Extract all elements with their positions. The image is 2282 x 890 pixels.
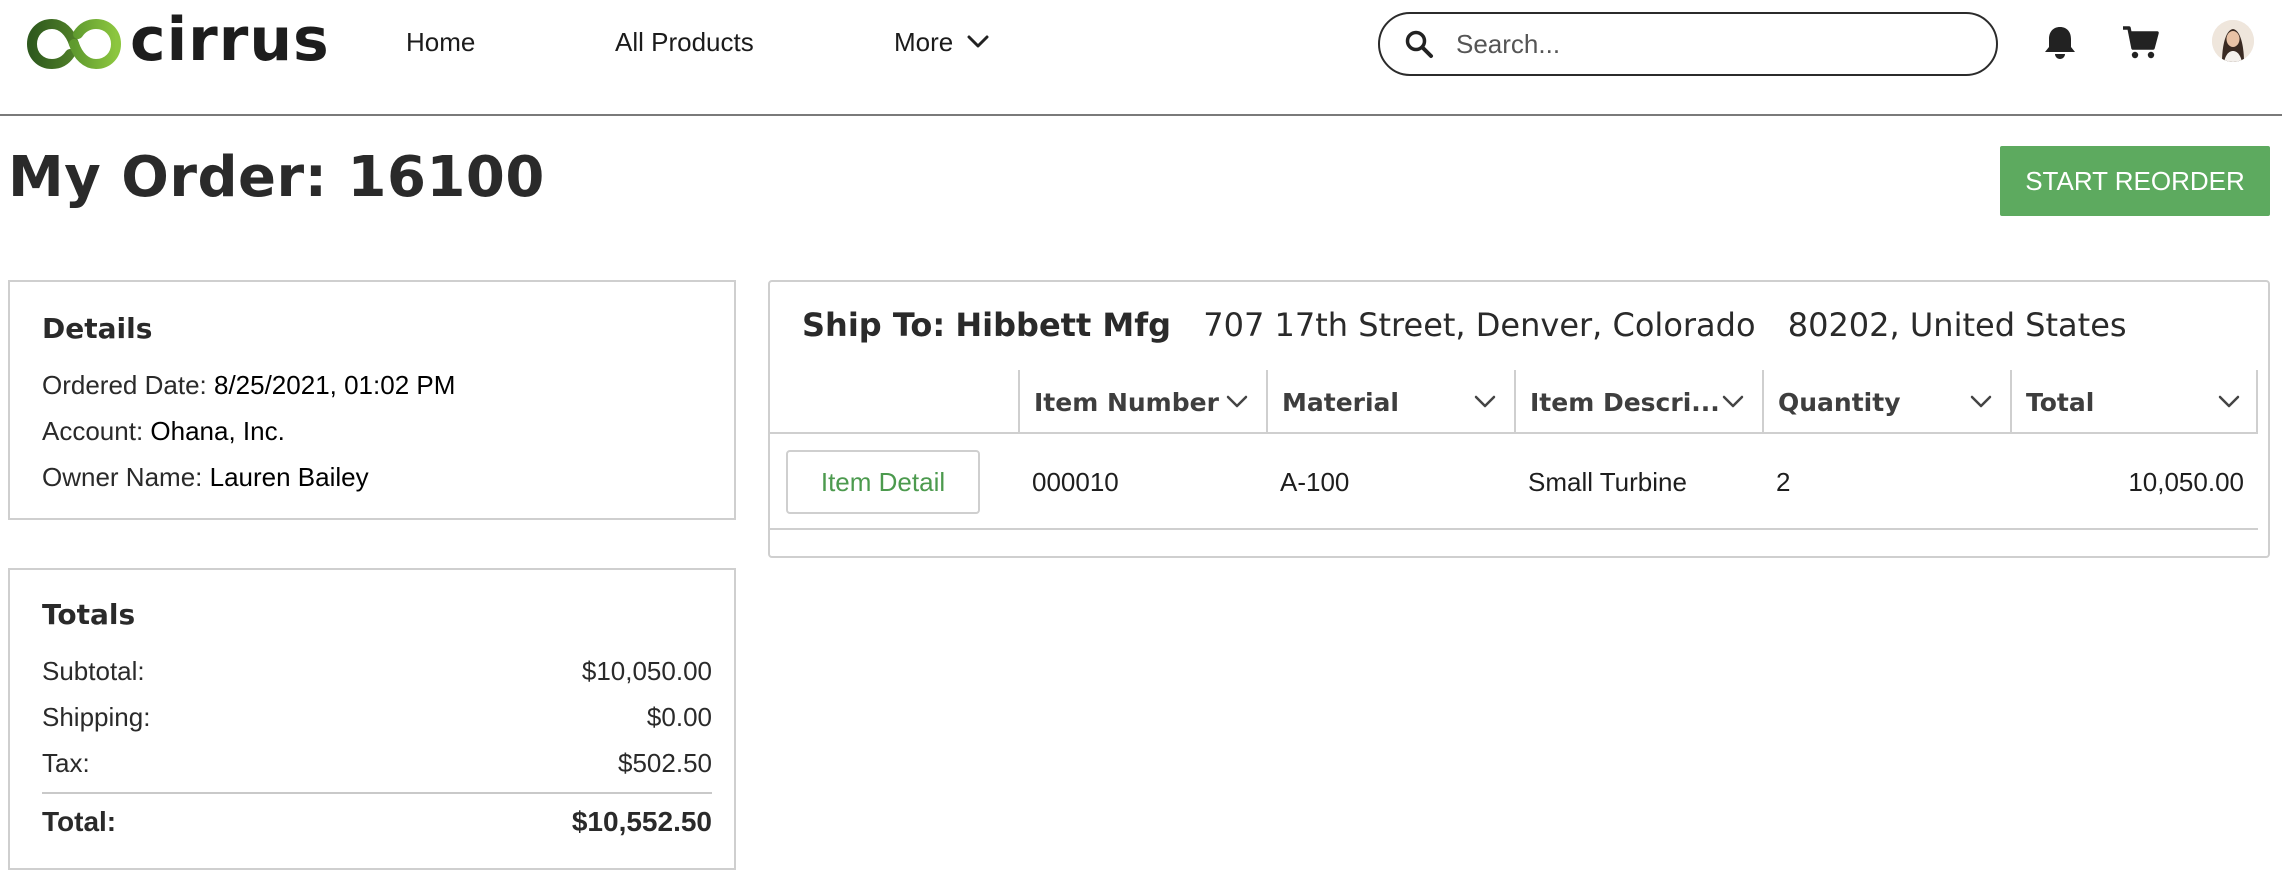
cart-icon[interactable] — [2120, 22, 2160, 62]
grand-total-label: Total: — [42, 806, 117, 837]
tax-label: Tax: — [42, 748, 90, 778]
table-row: Item Detail 000010 A-100 Small Turbine 2… — [770, 434, 2258, 530]
totals-divider — [42, 792, 712, 794]
cirrus-logo[interactable]: cirrus — [26, 10, 330, 74]
tax-value: $502.50 — [618, 748, 712, 778]
column-header-label: Item Number — [1034, 387, 1219, 417]
chevron-down-icon — [967, 35, 989, 48]
nav-home-link[interactable]: Home — [406, 24, 475, 60]
details-heading: Details — [42, 312, 153, 345]
cirrus-logo-icon — [26, 18, 122, 70]
owner-label: Owner Name: — [42, 462, 203, 492]
subtotal-label: Subtotal: — [42, 656, 145, 686]
shipping-label: Shipping: — [42, 702, 151, 732]
ship-to-label: Ship To: — [802, 306, 946, 344]
cell-quantity: 2 — [1776, 466, 1791, 497]
ordered-date-row: Ordered Date: 8/25/2021, 01:02 PM — [42, 370, 455, 401]
nav-more-label: More — [894, 27, 954, 57]
cell-description: Small Turbine — [1528, 466, 1687, 497]
ship-to-address: 707 17th Street, Denver, Colorado — [1203, 306, 1756, 344]
shipping-value: $0.00 — [646, 702, 712, 732]
search-input[interactable] — [1456, 28, 1976, 60]
column-header-material[interactable]: Material — [1266, 370, 1514, 434]
column-header-quantity[interactable]: Quantity — [1762, 370, 2010, 434]
account-label: Account: — [42, 416, 144, 446]
user-avatar-icon — [2212, 20, 2254, 62]
bell-icon[interactable] — [2040, 22, 2080, 62]
chevron-down-icon — [1226, 395, 1248, 408]
subtotal-row: Subtotal: $10,050.00 — [42, 656, 712, 687]
ship-to-postal-country: 80202, United States — [1787, 306, 2127, 344]
ship-to-panel: Ship To: Hibbett Mfg 707 17th Street, De… — [768, 280, 2270, 558]
ordered-date-value: 8/25/2021, 01:02 PM — [213, 370, 456, 400]
owner-value: Lauren Bailey — [209, 462, 369, 492]
cell-material: A-100 — [1280, 466, 1350, 497]
cell-total: 10,050.00 — [2128, 466, 2244, 497]
table-header-end-divider — [2256, 370, 2258, 434]
cell-item-number: 000010 — [1032, 466, 1119, 497]
owner-row: Owner Name: Lauren Bailey — [42, 462, 369, 493]
user-avatar[interactable] — [2212, 20, 2254, 62]
column-header-label: Quantity — [1778, 387, 1901, 417]
column-header-item-number[interactable]: Item Number — [1018, 370, 1266, 434]
column-header-total[interactable]: Total — [2010, 370, 2258, 434]
totals-heading: Totals — [42, 598, 136, 631]
page-title: My Order: 16100 — [8, 145, 545, 210]
column-header-label: Item Descri... — [1530, 387, 1720, 417]
column-header-item-description[interactable]: Item Descri... — [1514, 370, 1762, 434]
ordered-date-label: Ordered Date: — [42, 370, 207, 400]
chevron-down-icon — [2218, 395, 2240, 408]
account-value: Ohana, Inc. — [150, 416, 285, 446]
grand-total-value: $10,552.50 — [571, 806, 712, 837]
table-header: Item Number Material Item Descri... Quan… — [770, 370, 2258, 434]
account-row: Account: Ohana, Inc. — [42, 416, 285, 447]
brand-name: cirrus — [130, 5, 330, 75]
nav-more-menu[interactable]: More — [894, 24, 989, 60]
grand-total-row: Total: $10,552.50 — [42, 806, 712, 838]
top-navigation-bar: cirrus Home All Products More — [0, 0, 2282, 116]
column-header-label: Material — [1282, 387, 1399, 417]
column-header-label: Total — [2026, 387, 2095, 417]
start-reorder-button[interactable]: START REORDER — [2000, 146, 2270, 216]
chevron-down-icon — [1474, 395, 1496, 408]
totals-card: Totals Subtotal: $10,050.00 Shipping: $0… — [8, 568, 736, 870]
details-card: Details Ordered Date: 8/25/2021, 01:02 P… — [8, 280, 736, 520]
search-box[interactable] — [1378, 12, 1998, 76]
subtotal-value: $10,050.00 — [581, 656, 712, 686]
chevron-down-icon — [1970, 395, 1992, 408]
item-detail-button[interactable]: Item Detail — [786, 450, 980, 514]
shipping-row: Shipping: $0.00 — [42, 702, 712, 733]
ship-to-heading: Ship To: Hibbett Mfg 707 17th Street, De… — [802, 306, 2127, 344]
search-icon — [1405, 30, 1433, 58]
nav-all-products-link[interactable]: All Products — [615, 24, 754, 60]
chevron-down-icon — [1722, 395, 1744, 408]
ship-to-name: Hibbett Mfg — [955, 306, 1172, 344]
tax-row: Tax: $502.50 — [42, 748, 712, 779]
